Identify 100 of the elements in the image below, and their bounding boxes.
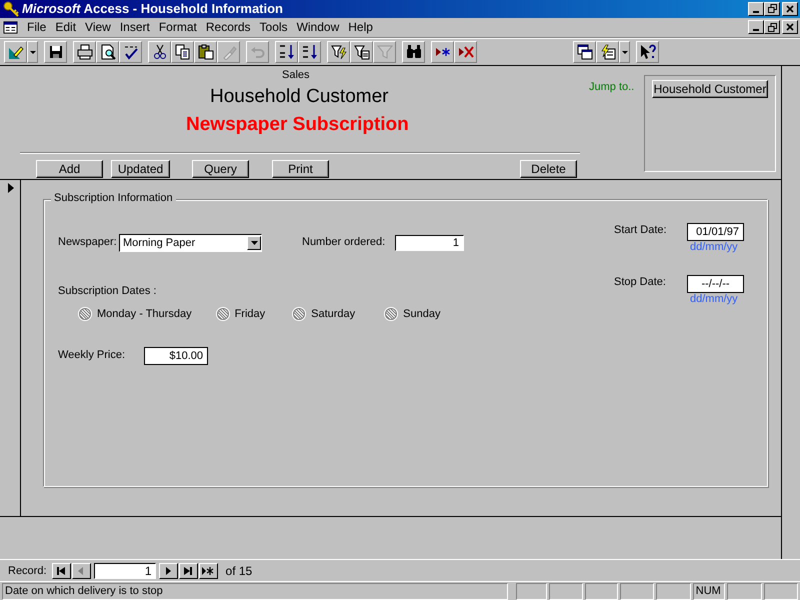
menu-item[interactable]: Window	[294, 20, 346, 34]
newspaper-dropdown[interactable]: Morning Paper	[119, 234, 262, 252]
field-label: Newspaper:	[58, 236, 117, 248]
form-button[interactable]: Delete	[520, 160, 577, 178]
input-field[interactable]: $10.00	[144, 346, 208, 365]
dropdown-button[interactable]	[619, 41, 630, 64]
funnel-lightning-button[interactable]	[327, 41, 350, 64]
pointer-question-button[interactable]	[636, 41, 659, 64]
format-hint: dd/mm/yy	[690, 240, 738, 253]
printer-button[interactable]	[73, 41, 96, 64]
menu-item[interactable]: Edit	[52, 20, 82, 34]
form-button[interactable]: Print	[272, 160, 329, 178]
floppy-disk-button[interactable]	[44, 41, 67, 64]
day-radio[interactable]: Friday	[216, 308, 266, 320]
day-radio[interactable]: Monday - Thursday	[79, 308, 192, 320]
arrow-cross-button[interactable]	[454, 41, 477, 64]
menu-item[interactable]: Help	[345, 20, 379, 34]
last-record-button[interactable]	[178, 562, 198, 579]
status-panel	[727, 582, 762, 600]
dropdown-button[interactable]	[27, 41, 38, 64]
lightning-form-icon	[600, 44, 616, 60]
field-label: Subscription Dates :	[58, 284, 156, 297]
form-button[interactable]: Add	[36, 160, 103, 178]
funnel-form-icon	[354, 44, 370, 60]
field-label: Stop Date:	[614, 276, 666, 288]
sort-arrow-icon	[302, 44, 318, 60]
menu-item[interactable]: Tools	[256, 20, 294, 34]
form-caption: Sales	[282, 68, 310, 81]
next-icon	[164, 566, 172, 575]
brush-icon	[220, 44, 236, 60]
restore-button[interactable]	[764, 20, 780, 34]
input-field[interactable]: 1	[395, 234, 464, 251]
funnel-icon	[376, 44, 392, 60]
funnel-form-button[interactable]	[350, 41, 373, 64]
caret-icon	[622, 50, 628, 54]
new-record-button[interactable]	[198, 562, 218, 579]
minimize-button[interactable]	[748, 2, 764, 16]
close-icon	[786, 4, 794, 13]
record-number-field[interactable]: 1	[94, 562, 156, 579]
form-title: Household Customer	[210, 86, 388, 108]
scissors-button[interactable]	[148, 41, 171, 64]
pages-button[interactable]	[171, 41, 194, 64]
menu-item[interactable]: Format	[156, 20, 203, 34]
magnifier-page-button[interactable]	[96, 41, 119, 64]
form-subtitle: Newspaper Subscription	[186, 114, 409, 136]
restore-button[interactable]	[764, 2, 780, 16]
arrow-asterisk-icon	[202, 566, 214, 575]
format-hint: dd/mm/yy	[690, 292, 738, 305]
record-label: Record:	[8, 564, 47, 577]
field-label: Start Date:	[614, 224, 667, 236]
close-button[interactable]	[782, 2, 798, 16]
binoculars-button[interactable]	[402, 41, 425, 64]
status-panel	[656, 582, 691, 600]
caret-icon	[30, 50, 36, 54]
jump-label: Jump to..	[589, 80, 634, 93]
input-field[interactable]: 01/01/97	[687, 222, 744, 241]
field-label: Number ordered:	[302, 236, 386, 248]
status-panel	[764, 582, 798, 600]
clipboard-button[interactable]	[194, 41, 217, 64]
num-lock-indicator: NUM	[692, 582, 726, 600]
input-field[interactable]: --/--/--	[687, 274, 744, 293]
clipboard-icon	[198, 44, 214, 60]
scissors-icon	[152, 44, 168, 60]
form-button[interactable]: Updated	[111, 160, 170, 178]
pointer-question-icon	[640, 44, 656, 60]
form-icon[interactable]	[3, 20, 18, 35]
record-count: of 15	[226, 564, 252, 578]
ruler-pencil-button[interactable]	[4, 41, 27, 64]
windows-button[interactable]	[573, 41, 596, 64]
menu-item[interactable]: File	[24, 20, 52, 34]
group-title: Subscription Information	[51, 192, 176, 204]
sort-arrow-icon	[278, 44, 294, 60]
jump-button[interactable]: Household Customer	[652, 80, 768, 98]
form-button[interactable]: Query	[192, 160, 249, 178]
close-button[interactable]	[782, 20, 798, 34]
caret-icon	[250, 240, 258, 245]
menu-item[interactable]: Records	[202, 20, 257, 34]
day-radio[interactable]: Sunday	[385, 308, 440, 320]
check-mark-button[interactable]	[119, 41, 142, 64]
binoculars-icon	[406, 44, 422, 60]
first-icon	[57, 566, 66, 575]
previous-record-button[interactable]	[72, 562, 91, 579]
first-record-button[interactable]	[52, 562, 71, 579]
sort-arrow-button[interactable]	[275, 41, 298, 64]
windows-icon	[576, 44, 592, 60]
menu-item[interactable]: View	[82, 20, 117, 34]
status-panel	[585, 582, 618, 600]
magnifier-page-icon	[100, 44, 116, 60]
lightning-form-button[interactable]	[596, 41, 619, 64]
next-record-button[interactable]	[158, 562, 178, 579]
minimize-button[interactable]	[748, 20, 764, 34]
previous-icon	[77, 566, 86, 575]
day-radio[interactable]: Saturday	[293, 308, 356, 320]
printer-icon	[76, 44, 92, 60]
sort-arrow-button[interactable]	[298, 41, 321, 64]
menu-item[interactable]: Insert	[116, 20, 156, 34]
arrow-asterisk-button[interactable]	[431, 41, 454, 64]
check-mark-icon	[122, 44, 138, 60]
field-label: Weekly Price:	[58, 348, 126, 361]
window-title: Microsoft Access - Household Information	[22, 1, 283, 16]
